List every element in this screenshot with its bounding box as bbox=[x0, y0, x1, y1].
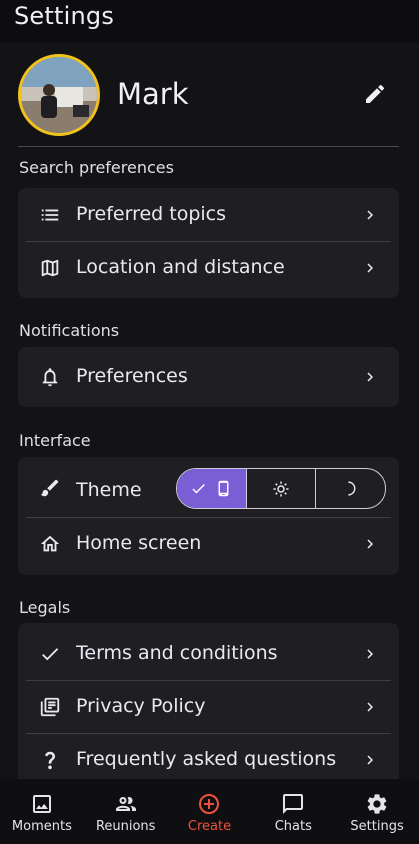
search-preferences-card: Preferred topics Location and distance bbox=[18, 188, 399, 298]
chevron-right-icon bbox=[367, 755, 373, 765]
row-privacy-policy[interactable]: Privacy Policy bbox=[26, 681, 391, 733]
check-icon bbox=[42, 648, 59, 661]
row-label: Location and distance bbox=[76, 256, 285, 278]
top-app-bar: Settings bbox=[0, 0, 419, 42]
map-icon bbox=[41, 259, 59, 277]
row-location-distance[interactable]: Location and distance bbox=[26, 242, 391, 294]
nav-label: Moments bbox=[11, 819, 72, 834]
question-icon bbox=[44, 751, 56, 770]
sun-icon bbox=[273, 481, 289, 496]
nav-create[interactable]: Create bbox=[168, 779, 252, 844]
chevron-right-icon bbox=[367, 702, 373, 712]
row-home-screen[interactable]: Home screen bbox=[26, 518, 391, 570]
section-label-legals: Legals bbox=[19, 598, 71, 617]
row-notification-preferences[interactable]: Preferences bbox=[26, 351, 391, 403]
bell-icon bbox=[42, 368, 58, 387]
section-label-notifications: Notifications bbox=[19, 321, 120, 340]
nav-reunions[interactable]: Reunions bbox=[84, 779, 168, 844]
nav-label: Chats bbox=[274, 819, 312, 834]
row-label: Frequently asked questions bbox=[76, 748, 337, 770]
nav-chats[interactable]: Chats bbox=[251, 779, 335, 844]
nav-label: Create bbox=[187, 819, 232, 834]
document-icon bbox=[40, 697, 60, 717]
row-terms-conditions[interactable]: Terms and conditions bbox=[26, 628, 391, 680]
theme-option-dark[interactable] bbox=[315, 469, 385, 508]
chevron-right-icon bbox=[367, 210, 373, 220]
row-label: Home screen bbox=[76, 532, 202, 554]
avatar[interactable] bbox=[18, 54, 100, 136]
gear-icon bbox=[367, 794, 387, 814]
row-label: Privacy Policy bbox=[76, 695, 206, 717]
avatar-photo bbox=[21, 57, 97, 133]
chevron-right-icon bbox=[367, 263, 373, 273]
nav-label: Settings bbox=[350, 819, 404, 834]
bottom-navigation: Moments Reunions Create Chats Settings bbox=[0, 779, 419, 844]
brush-icon bbox=[40, 479, 59, 497]
chevron-right-icon bbox=[367, 372, 373, 382]
page-title: Settings bbox=[14, 2, 115, 30]
row-label: Preferred topics bbox=[76, 203, 227, 225]
chevron-right-icon bbox=[367, 649, 373, 659]
photo-icon bbox=[32, 795, 51, 813]
theme-option-system[interactable] bbox=[177, 469, 246, 508]
row-label: Terms and conditions bbox=[76, 642, 278, 664]
moon-icon bbox=[348, 481, 356, 496]
nav-label: Reunions bbox=[95, 819, 156, 834]
theme-toggle bbox=[176, 468, 386, 509]
profile-header: Mark bbox=[18, 52, 399, 147]
edit-icon[interactable] bbox=[363, 82, 387, 106]
legals-card: Terms and conditions Privacy Policy Freq… bbox=[18, 623, 399, 793]
notifications-card: Preferences bbox=[18, 347, 399, 407]
theme-option-light[interactable] bbox=[245, 469, 316, 508]
chat-icon bbox=[283, 794, 304, 814]
profile-name: Mark bbox=[117, 77, 189, 111]
home-icon bbox=[40, 535, 60, 552]
check-icon bbox=[192, 483, 206, 494]
section-label-interface: Interface bbox=[19, 431, 91, 450]
nav-moments[interactable]: Moments bbox=[0, 779, 84, 844]
add-circle-icon bbox=[199, 794, 220, 814]
theme-label: Theme bbox=[76, 479, 142, 501]
chevron-right-icon bbox=[367, 539, 373, 549]
list-icon bbox=[41, 209, 59, 221]
people-icon bbox=[115, 797, 136, 811]
interface-card: Theme Home screen bbox=[18, 457, 399, 575]
section-label-search: Search preferences bbox=[19, 158, 174, 177]
row-preferred-topics[interactable]: Preferred topics bbox=[26, 189, 391, 241]
row-label: Preferences bbox=[76, 365, 188, 387]
nav-settings[interactable]: Settings bbox=[335, 779, 419, 844]
phone-icon bbox=[218, 480, 229, 497]
